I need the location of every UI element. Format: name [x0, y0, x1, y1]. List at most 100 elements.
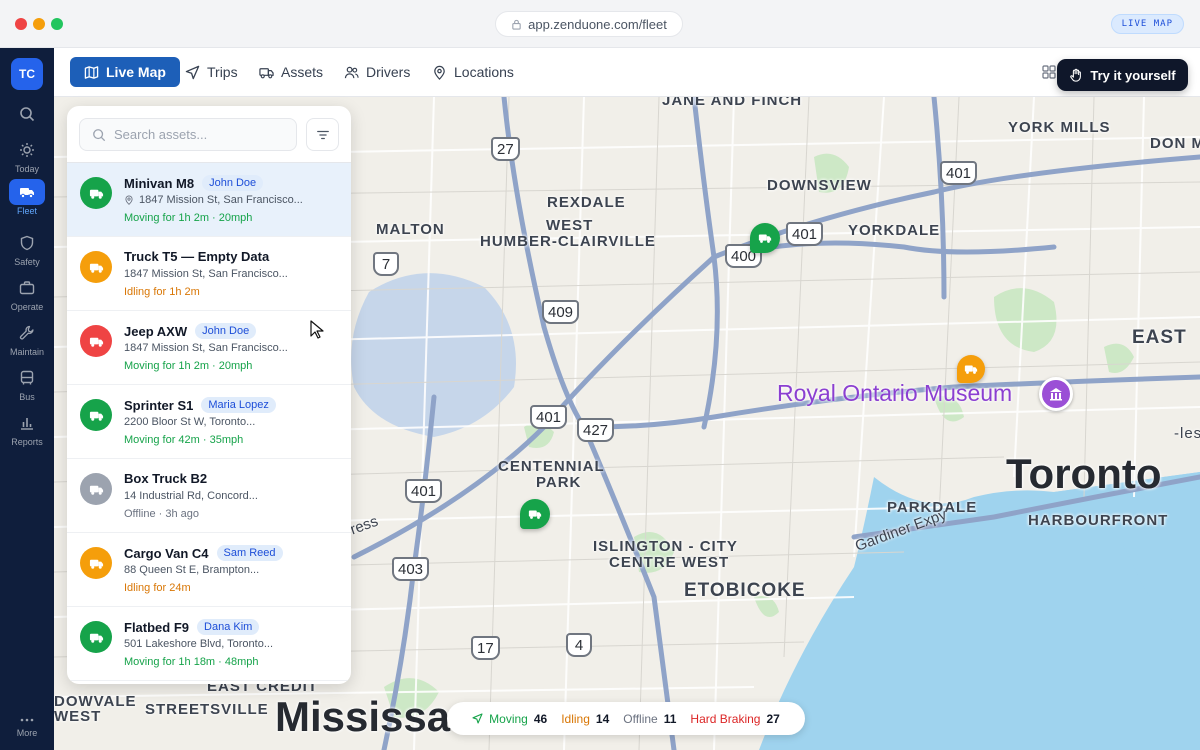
status-count-moving[interactable]: Moving 46: [472, 712, 547, 726]
search-icon[interactable]: [19, 106, 35, 122]
map-label: HARBOURFRONT: [1028, 512, 1169, 529]
asset-name: Truck T5 — Empty Data: [124, 249, 270, 264]
sidebar-item-reports[interactable]: Reports: [0, 410, 54, 450]
truck-icon: [89, 485, 103, 495]
status-label: Hard Braking: [690, 711, 761, 726]
sidebar-item-maintain[interactable]: Maintain: [0, 320, 54, 360]
maximize-window-button[interactable]: [51, 18, 63, 30]
asset-address-text: 88 Queen St E, Brampton...: [124, 564, 260, 576]
sun-icon: [20, 143, 34, 157]
asset-address-text: 2200 Bloor St W, Toronto...: [124, 416, 256, 428]
sidebar-item-bus[interactable]: Bus: [0, 365, 54, 405]
asset-row[interactable]: Sprinter S1 Maria Lopez 2200 Bloor St W, T…: [67, 385, 351, 459]
map-label: HUMBER-CLAIRVILLE: [480, 233, 656, 250]
truck-icon: [89, 633, 103, 643]
truck-icon: [20, 188, 34, 199]
asset-status-icon: [80, 547, 112, 579]
users-icon: [344, 66, 359, 78]
asset-name: Sprinter S1: [124, 397, 194, 413]
vehicle-marker[interactable]: [520, 499, 550, 529]
asset-address: 14 Industrial Rd, Concord...: [124, 490, 258, 502]
asset-status-icon: [80, 399, 112, 431]
close-window-button[interactable]: [15, 18, 27, 30]
vehicle-marker[interactable]: [750, 223, 780, 253]
tab-trips[interactable]: Trips: [175, 57, 248, 87]
tab-label: Trips: [207, 64, 238, 80]
tab-live-map[interactable]: Live Map: [70, 57, 180, 87]
search-input[interactable]: [114, 127, 284, 142]
driver-badge[interactable]: Sam Reed: [216, 545, 283, 561]
truck-icon: [964, 365, 978, 374]
truck-icon: [259, 67, 274, 78]
filter-icon: [316, 130, 329, 139]
status-count-hard-braking[interactable]: Hard Braking 27: [690, 712, 779, 726]
navigation-icon: [185, 65, 200, 79]
highway-shield: 401: [530, 405, 568, 429]
pin-icon: [434, 65, 445, 80]
truck-icon: [528, 510, 542, 519]
status-count-offline[interactable]: Offline 11: [623, 712, 676, 726]
browser-chrome: app.zenduone.com/fleet LIVE MAP: [0, 0, 1200, 48]
highway-shield: 7: [373, 252, 399, 276]
asset-status: Idling for 24m: [124, 582, 191, 594]
sidebar-item-safety[interactable]: Safety: [0, 230, 54, 270]
asset-name: Cargo Van C4: [124, 545, 209, 561]
sidebar-item-label: More: [16, 728, 38, 738]
status-count: 14: [595, 711, 610, 726]
museum-pin[interactable]: [1039, 377, 1073, 411]
avatar[interactable]: TC: [11, 58, 43, 90]
sidebar-item-fleet[interactable]: Fleet: [0, 179, 54, 219]
location-pin-icon: [125, 195, 133, 205]
asset-row[interactable]: Truck T5 — Empty Data 1847 Mission St, Sa…: [67, 237, 351, 311]
asset-row[interactable]: Minivan M8 John Doe 1847 Mission St, San F…: [67, 163, 351, 237]
tab-label: Assets: [281, 64, 324, 80]
search-icon: [93, 128, 106, 141]
lock-icon: [512, 19, 521, 30]
asset-name-row: Truck T5 — Empty Data: [124, 249, 269, 264]
address-bar[interactable]: app.zenduone.com/fleet: [495, 11, 683, 37]
live-map-badge: LIVE MAP: [1110, 14, 1184, 34]
vehicle-marker[interactable]: [957, 355, 985, 383]
city-label-toronto: Toronto: [1006, 450, 1162, 497]
minimize-window-button[interactable]: [33, 18, 45, 30]
grid-icon[interactable]: [1042, 65, 1056, 79]
asset-row[interactable]: Box Truck B2 14 Industrial Rd, Concord...…: [67, 459, 351, 533]
highway-shield: 409: [542, 300, 580, 324]
tab-locations[interactable]: Locations: [422, 57, 524, 87]
asset-row[interactable]: Cargo Van C4 Sam Reed 88 Queen St E, Bramp…: [67, 533, 351, 607]
try-it-yourself-button[interactable]: Try it yourself: [1057, 59, 1188, 91]
tab-assets[interactable]: Assets: [249, 57, 333, 87]
driver-badge[interactable]: Dana Kim: [197, 619, 260, 635]
navigation-icon: [472, 713, 483, 724]
asset-address-text: 501 Lakeshore Blvd, Toronto...: [124, 638, 274, 650]
asset-status-icon: [80, 473, 112, 505]
map-label: MALTON: [376, 221, 445, 238]
asset-address-text: 1847 Mission St, San Francisco...: [139, 194, 303, 206]
map-label: PARK: [536, 474, 582, 491]
sidebar-item-more[interactable]: More: [0, 713, 54, 750]
asset-row[interactable]: Jeep AXW John Doe 1847 Mission St, San Fra…: [67, 311, 351, 385]
driver-badge[interactable]: John Doe: [202, 175, 264, 191]
driver-badge[interactable]: John Doe: [195, 323, 257, 339]
map-label: WEST: [54, 708, 102, 725]
asset-address: 1847 Mission St, San Francisco...: [124, 194, 303, 206]
asset-name: Box Truck B2: [124, 471, 208, 486]
asset-row[interactable]: Flatbed F9 Dana Kim 501 Lakeshore Blvd, To…: [67, 607, 351, 681]
briefcase-icon: [19, 281, 35, 295]
driver-badge[interactable]: Maria Lopez: [201, 397, 276, 413]
status-count-idling[interactable]: Idling 14: [561, 712, 609, 726]
tab-drivers[interactable]: Drivers: [334, 57, 420, 87]
status-label: Idling: [561, 711, 590, 726]
search-box[interactable]: [79, 118, 297, 151]
bar-chart-icon: [21, 418, 33, 430]
highway-shield: 4: [566, 633, 592, 657]
status-count: 46: [533, 711, 548, 726]
map-label: REXDALE: [547, 194, 626, 211]
map-label: CENTRE WEST: [609, 554, 730, 571]
sidebar-item-today[interactable]: Today: [0, 137, 54, 177]
highway-shield: 401: [786, 222, 824, 246]
map-label: DON M: [1150, 135, 1200, 152]
sidebar-item-operate[interactable]: Operate: [0, 275, 54, 315]
filter-button[interactable]: [306, 118, 339, 151]
map-label: STREETSVILLE: [145, 701, 269, 718]
